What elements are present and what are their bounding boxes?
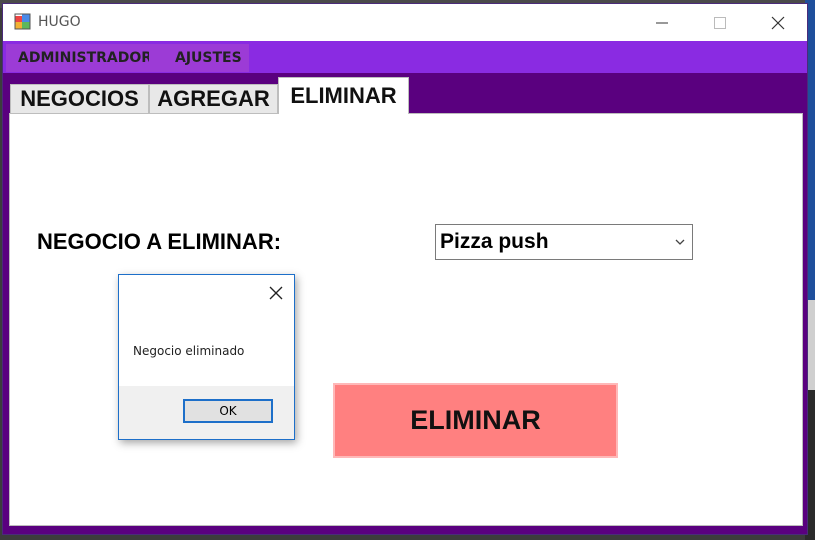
ok-button[interactable]: OK (183, 399, 273, 423)
menu-bar: ADMINISTRADOR AJUSTES (3, 41, 807, 73)
business-select[interactable]: Pizza push (435, 224, 693, 260)
message-dialog: Negocio eliminado OK (118, 274, 295, 440)
dialog-close-icon[interactable] (268, 285, 284, 301)
maximize-button[interactable] (691, 4, 749, 41)
menu-administrador[interactable]: ADMINISTRADOR (6, 44, 161, 72)
close-icon (771, 16, 785, 29)
tab-agregar[interactable]: AGREGAR (149, 84, 278, 114)
chevron-down-icon (672, 233, 688, 251)
tab-eliminar[interactable]: ELIMINAR (278, 77, 409, 114)
maximize-icon (714, 16, 726, 29)
dialog-message: Negocio eliminado (133, 344, 245, 358)
delete-button[interactable]: ELIMINAR (333, 383, 618, 458)
title-bar[interactable]: HUGO (3, 4, 807, 41)
menu-ajustes[interactable]: AJUSTES (149, 44, 249, 72)
app-icon (14, 13, 32, 31)
close-button[interactable] (749, 4, 807, 41)
tab-negocios[interactable]: NEGOCIOS (10, 84, 149, 114)
business-select-value: Pizza push (440, 230, 549, 253)
main-window: HUGO ADMINISTRADOR AJUSTES NEGOCIOS AGRE… (2, 3, 808, 535)
window-title: HUGO (38, 14, 81, 30)
minimize-button[interactable] (633, 4, 691, 41)
negocio-label: NEGOCIO A ELIMINAR: (37, 229, 282, 254)
dialog-footer: OK (119, 386, 294, 439)
tab-strip: NEGOCIOS AGREGAR ELIMINAR (3, 73, 807, 114)
minimize-icon (656, 22, 668, 23)
